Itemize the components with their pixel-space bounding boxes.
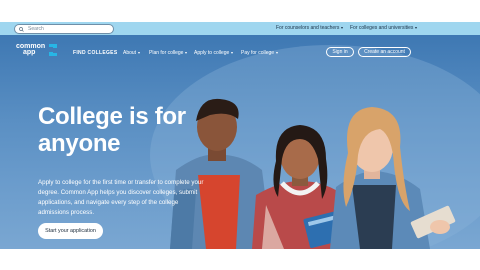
nav-plan-label: Plan for college <box>149 50 184 56</box>
hero-headline-line-1: College is for <box>38 103 186 130</box>
common-app-logo[interactable]: common app <box>16 43 59 57</box>
nav-plan-for-college[interactable]: Plan for college <box>149 50 188 56</box>
page: Search For counselors and teachers For c… <box>0 22 480 249</box>
logo-mark-icon <box>49 44 58 56</box>
nav-find-colleges-label: FIND COLLEGES <box>73 50 118 56</box>
chevron-down-icon <box>185 52 188 54</box>
colleges-link-label: For colleges and universities <box>350 25 414 31</box>
start-application-label: Start your application <box>45 228 96 234</box>
nav-about[interactable]: About <box>123 50 141 56</box>
sign-in-button[interactable]: Sign in <box>326 47 354 57</box>
nav-pay-label: Pay for college <box>241 50 275 56</box>
nav-about-label: About <box>123 50 137 56</box>
search-input[interactable]: Search <box>14 24 114 34</box>
create-account-label: Create an account <box>364 49 405 55</box>
chevron-down-icon <box>415 27 418 29</box>
colleges-link[interactable]: For colleges and universities <box>350 25 418 31</box>
chevron-down-icon <box>138 52 141 54</box>
sign-in-label: Sign in <box>332 49 348 55</box>
hero-description: Apply to college for the first time or t… <box>38 179 204 216</box>
search-placeholder: Search <box>28 26 44 32</box>
hero: common app FIND COLLEGES About Plan for … <box>0 35 480 249</box>
nav-pay-for-college[interactable]: Pay for college <box>241 50 279 56</box>
create-account-button[interactable]: Create an account <box>358 47 411 57</box>
nav-apply-label: Apply to college <box>194 50 230 56</box>
search-icon <box>19 26 24 32</box>
chevron-down-icon <box>231 52 234 54</box>
nav-find-colleges[interactable]: FIND COLLEGES <box>73 50 117 56</box>
main-nav: common app FIND COLLEGES About Plan for … <box>0 35 480 65</box>
counselors-link-label: For counselors and teachers <box>276 25 340 31</box>
nav-apply-to-college[interactable]: Apply to college <box>194 50 234 56</box>
counselors-link[interactable]: For counselors and teachers <box>276 25 344 31</box>
chevron-down-icon <box>276 52 279 54</box>
utility-bar: Search For counselors and teachers For c… <box>0 22 480 35</box>
hero-headline: College is for anyone <box>38 103 238 157</box>
chevron-down-icon <box>341 27 344 29</box>
logo-wordmark: common app <box>16 43 45 56</box>
logo-line-2: app <box>23 49 36 56</box>
start-application-button[interactable]: Start your application <box>38 223 103 239</box>
hero-headline-line-2: anyone <box>38 130 121 157</box>
